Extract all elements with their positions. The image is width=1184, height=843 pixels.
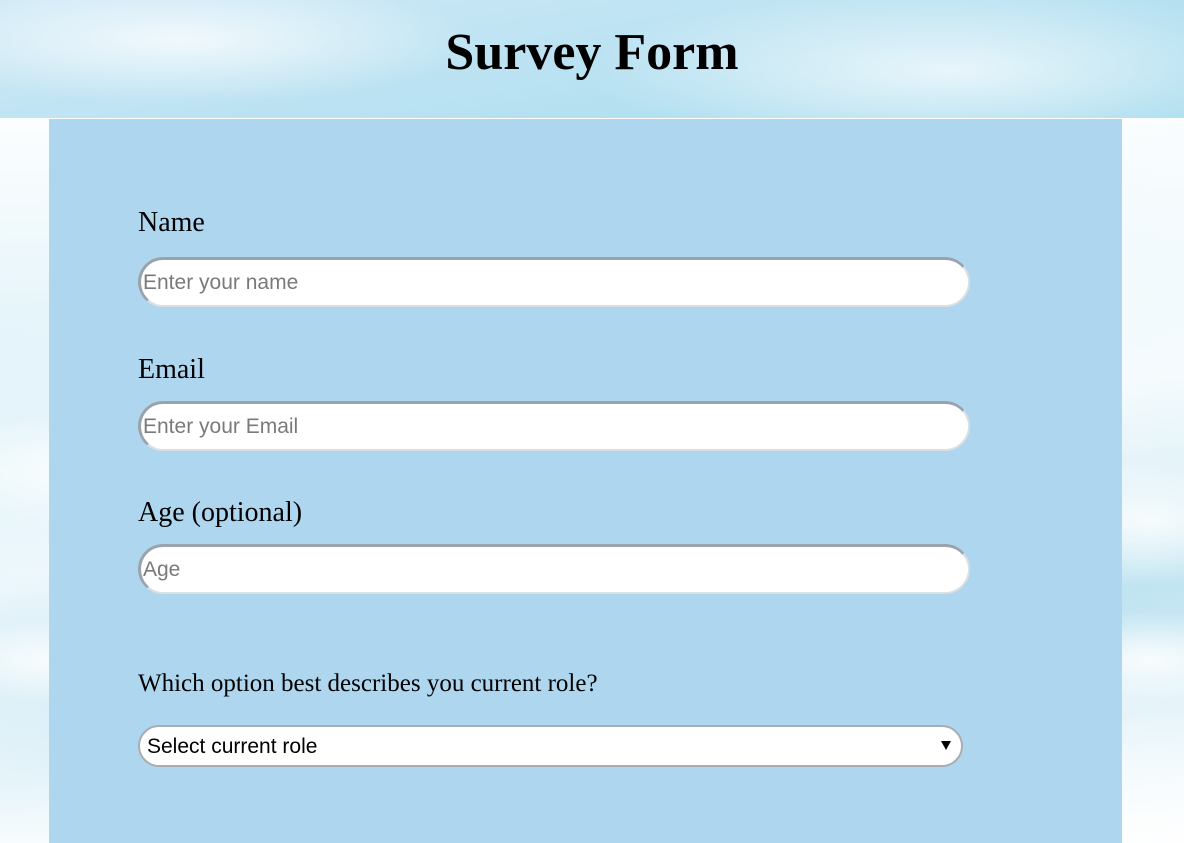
name-input[interactable] [138, 257, 970, 307]
email-input[interactable] [138, 401, 970, 451]
email-label: Email [138, 354, 205, 385]
chevron-down-icon [941, 741, 951, 750]
age-input[interactable] [138, 544, 970, 594]
name-label: Name [138, 207, 205, 238]
role-dropdown[interactable]: Select current role [138, 725, 963, 767]
survey-form: Name Email Age (optional) Which option b… [49, 119, 1122, 843]
role-dropdown-value: Select current role [147, 735, 318, 758]
role-question-label: Which option best describes you current … [138, 670, 598, 697]
page-title: Survey Form [445, 24, 739, 81]
age-label: Age (optional) [138, 497, 303, 528]
